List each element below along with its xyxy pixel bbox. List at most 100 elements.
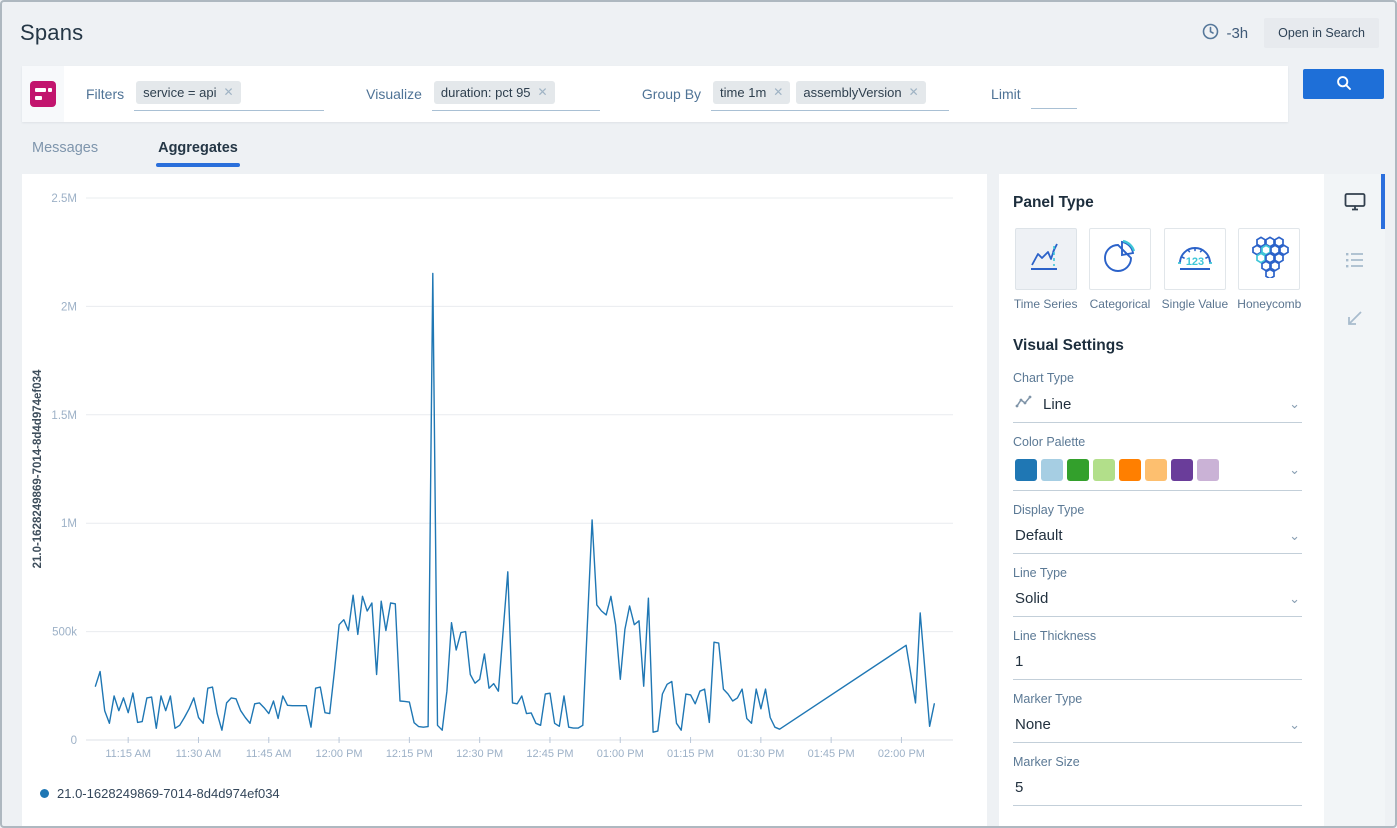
svg-text:01:00 PM: 01:00 PM <box>597 748 644 760</box>
chevron-down-icon: ⌄ <box>1289 466 1300 474</box>
palette-color-swatch <box>1171 459 1193 481</box>
remove-chip-icon[interactable]: ✕ <box>773 85 783 99</box>
query-type-column <box>22 66 64 122</box>
panel-type-heading: Panel Type <box>1013 194 1302 212</box>
palette-swatches <box>1015 459 1219 481</box>
panel-type-time-series[interactable]: Time Series <box>1013 228 1078 311</box>
panel-type-categorical[interactable]: Categorical <box>1087 228 1152 311</box>
svg-text:12:15 PM: 12:15 PM <box>386 748 433 760</box>
legend-series-dot <box>40 789 49 798</box>
tab-aggregates[interactable]: Aggregates <box>158 140 238 167</box>
settings-panel: Panel Type Time Series <box>999 174 1324 826</box>
categorical-icon <box>1100 237 1140 282</box>
axes-settings-icon[interactable] <box>1345 308 1365 333</box>
filters-label: Filters <box>86 86 124 102</box>
svg-text:12:30 PM: 12:30 PM <box>456 748 503 760</box>
query-bar: Filters service = api ✕ Visualize durati… <box>22 66 1288 122</box>
page-title: Spans <box>20 20 83 46</box>
line-thickness-field: Line Thickness 1 <box>1013 629 1302 680</box>
visualize-chip: duration: pct 95 ✕ <box>434 81 555 104</box>
group-by-label: Group By <box>642 86 701 102</box>
svg-text:2.5M: 2.5M <box>51 193 77 205</box>
panel-type-single-value[interactable]: 123 Single Value <box>1162 228 1228 311</box>
svg-text:11:30 AM: 11:30 AM <box>176 748 222 760</box>
chart-panel: 0 500k 1M 1.5M 2M 2.5M 11:15 AM 11:30 AM 11:45 A… <box>22 174 987 826</box>
group-by-input[interactable]: time 1m ✕ assemblyVersion ✕ <box>711 78 949 111</box>
palette-color-swatch <box>1197 459 1219 481</box>
svg-text:12:00 PM: 12:00 PM <box>316 748 363 760</box>
result-tabs: Messages Aggregates <box>32 140 238 167</box>
svg-text:11:45 AM: 11:45 AM <box>246 748 292 760</box>
chevron-down-icon: ⌄ <box>1289 532 1300 540</box>
run-search-button[interactable] <box>1303 69 1384 99</box>
chevron-down-icon: ⌄ <box>1289 400 1300 408</box>
side-toolbar <box>1324 174 1385 826</box>
group-by-chip: time 1m ✕ <box>713 81 790 104</box>
svg-text:2M: 2M <box>61 301 77 313</box>
display-type-dropdown[interactable]: Default ⌄ <box>1013 525 1302 554</box>
active-tool-indicator <box>1381 174 1385 229</box>
svg-text:01:15 PM: 01:15 PM <box>667 748 714 760</box>
visualize-input[interactable]: duration: pct 95 ✕ <box>432 78 600 111</box>
display-panel-icon[interactable] <box>1344 192 1366 217</box>
time-range-value: -3h <box>1226 25 1248 42</box>
svg-text:500k: 500k <box>52 627 77 639</box>
filters-group: Filters service = api ✕ <box>86 78 324 111</box>
limit-group: Limit <box>991 79 1077 109</box>
palette-color-swatch <box>1067 459 1089 481</box>
remove-chip-icon[interactable]: ✕ <box>538 85 548 99</box>
chart-type-field: Chart Type Line ⌄ <box>1013 371 1302 423</box>
color-palette-dropdown[interactable]: ⌄ <box>1013 457 1302 491</box>
line-type-field: Line Type Solid ⌄ <box>1013 566 1302 617</box>
marker-type-dropdown[interactable]: None ⌄ <box>1013 714 1302 743</box>
svg-text:01:45 PM: 01:45 PM <box>808 748 855 760</box>
chart-legend[interactable]: 21.0-1628249869-7014-8d4d974ef034 <box>40 786 280 801</box>
palette-color-swatch <box>1145 459 1167 481</box>
spans-query-icon[interactable] <box>30 81 56 107</box>
time-series-icon <box>1027 238 1065 281</box>
filter-chip: service = api ✕ <box>136 81 240 104</box>
svg-text:11:15 AM: 11:15 AM <box>105 748 151 760</box>
honeycomb-icon <box>1248 236 1290 283</box>
tab-messages[interactable]: Messages <box>32 140 98 167</box>
svg-text:01:30 PM: 01:30 PM <box>737 748 784 760</box>
palette-color-swatch <box>1119 459 1141 481</box>
list-settings-icon[interactable] <box>1345 251 1365 274</box>
svg-text:0: 0 <box>71 735 77 747</box>
limit-input[interactable] <box>1031 79 1077 109</box>
display-type-field: Display Type Default ⌄ <box>1013 503 1302 554</box>
line-thickness-input[interactable]: 1 <box>1013 651 1302 680</box>
marker-size-input[interactable]: 5 <box>1013 777 1302 806</box>
visual-settings-heading: Visual Settings <box>1013 337 1302 355</box>
single-value-icon: 123 <box>1174 237 1216 282</box>
color-palette-field: Color Palette ⌄ <box>1013 435 1302 491</box>
limit-label: Limit <box>991 86 1021 102</box>
svg-text:21.0-1628249869-7014-8d4d974ef: 21.0-1628249869-7014-8d4d974ef034 <box>32 369 44 568</box>
marker-type-field: Marker Type None ⌄ <box>1013 692 1302 743</box>
palette-color-swatch <box>1093 459 1115 481</box>
group-by-chip: assemblyVersion ✕ <box>796 81 925 104</box>
legend-series-label: 21.0-1628249869-7014-8d4d974ef034 <box>57 786 280 801</box>
visualize-group: Visualize duration: pct 95 ✕ <box>366 78 600 111</box>
svg-text:12:45 PM: 12:45 PM <box>526 748 573 760</box>
panel-type-honeycomb[interactable]: Honeycomb <box>1237 228 1302 311</box>
svg-text:123: 123 <box>1185 256 1203 268</box>
svg-text:02:00 PM: 02:00 PM <box>878 748 925 760</box>
svg-text:1M: 1M <box>61 518 77 530</box>
clock-icon <box>1202 23 1219 44</box>
marker-size-field: Marker Size 5 <box>1013 755 1302 806</box>
time-series-chart[interactable]: 0 500k 1M 1.5M 2M 2.5M 11:15 AM 11:30 AM 11:45 A… <box>22 174 967 774</box>
search-icon <box>1336 75 1352 94</box>
filters-input[interactable]: service = api ✕ <box>134 78 324 111</box>
time-range-selector[interactable]: -3h <box>1202 23 1248 44</box>
panel-type-options: Time Series Categorical <box>1013 228 1302 311</box>
group-by-group: Group By time 1m ✕ assemblyVersion ✕ <box>642 78 949 111</box>
remove-chip-icon[interactable]: ✕ <box>909 85 919 99</box>
chevron-down-icon: ⌄ <box>1289 595 1300 603</box>
remove-chip-icon[interactable]: ✕ <box>223 85 233 99</box>
chart-type-dropdown[interactable]: Line ⌄ <box>1013 393 1302 423</box>
open-in-search-button[interactable]: Open in Search <box>1264 18 1379 48</box>
page-header: Spans -3h Open in Search <box>2 2 1395 64</box>
svg-text:1.5M: 1.5M <box>51 410 77 422</box>
line-type-dropdown[interactable]: Solid ⌄ <box>1013 588 1302 617</box>
